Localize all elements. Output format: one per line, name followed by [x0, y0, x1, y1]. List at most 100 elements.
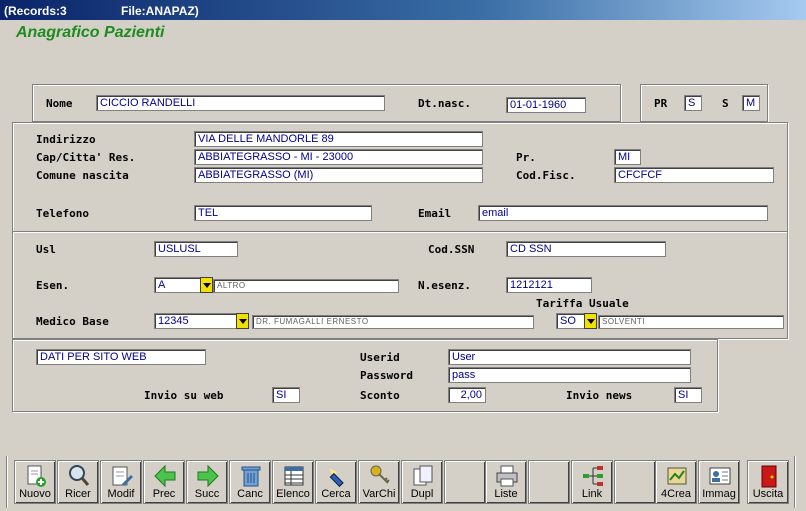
exit-door-icon — [757, 464, 781, 488]
indirizzo-field[interactable]: VIA DELLE MANDORLE 89 — [194, 131, 483, 147]
toolbar-button-link[interactable]: Link — [571, 460, 613, 504]
toolbar-button-label: Link — [581, 488, 603, 500]
comune-field[interactable]: ABBIATEGRASSO (MI) — [194, 167, 483, 183]
codfisc-label: Cod.Fisc. — [516, 169, 576, 182]
codfisc-field[interactable]: CFCFCF — [614, 167, 774, 183]
medico-label: Medico Base — [36, 315, 109, 328]
page-title: Anagrafico Pazienti — [16, 24, 165, 41]
invio-news-field[interactable]: SI — [674, 387, 702, 403]
esen-label: Esen. — [36, 279, 70, 292]
dtnasc-label: Dt.nasc. — [418, 97, 471, 110]
toolbar-button-prec[interactable]: Prec — [143, 460, 185, 504]
nesenz-field[interactable]: 1212121 — [506, 277, 592, 293]
toolbar-button-label: Liste — [494, 488, 518, 500]
codssn-label: Cod.SSN — [428, 243, 475, 256]
arrow-right-icon — [196, 464, 220, 488]
tariffa-label: Tariffa Usuale — [536, 297, 629, 310]
userid-field[interactable]: User — [448, 349, 691, 365]
s-label: S — [722, 97, 729, 110]
toolbar-button-elenco[interactable]: Elenco — [272, 460, 314, 504]
toolbar-button-label: Elenco — [276, 488, 310, 500]
esen-dropdown-icon[interactable] — [200, 277, 213, 293]
create-icon — [665, 464, 689, 488]
id-card-icon — [708, 464, 732, 488]
toolbar-button-liste[interactable]: Liste — [485, 460, 527, 504]
toolbar-button-empty[interactable] — [444, 460, 486, 504]
invio-web-field[interactable]: SI — [272, 387, 300, 403]
toolbar-button-4crea[interactable]: 4Crea — [655, 460, 697, 504]
arrow-left-icon — [153, 464, 177, 488]
toolbar-button-ricer[interactable]: Ricer — [57, 460, 99, 504]
usl-label: Usl — [36, 243, 56, 256]
pr-label: PR — [654, 97, 668, 110]
telefono-field[interactable]: TEL — [194, 205, 372, 221]
toolbar-separator — [6, 456, 8, 508]
esen-description: ALTRO — [213, 279, 399, 293]
flashlight-icon — [325, 464, 349, 488]
cap-label: Cap/Citta' Res. — [36, 151, 136, 164]
toolbar-button-nuovo[interactable]: Nuovo — [14, 460, 56, 504]
userid-label: Userid — [360, 351, 400, 364]
toolbar-button-cerca[interactable]: Cerca — [315, 460, 357, 504]
toolbar-button-modif[interactable]: Modif — [100, 460, 142, 504]
prov-field[interactable]: MI — [614, 149, 641, 165]
medico-field[interactable]: 12345 — [154, 313, 238, 329]
toolbar-button-uscita[interactable]: Uscita — [747, 460, 789, 504]
dati-sito-web-field[interactable]: DATI PER SITO WEB — [36, 349, 206, 365]
sconto-field[interactable]: 2,00 — [448, 387, 486, 403]
toolbar-button-label: Ricer — [65, 488, 91, 500]
toolbar-button-label: Immag — [702, 488, 736, 500]
nome-field[interactable]: CICCIO RANDELLI — [96, 95, 385, 111]
toolbar-button-label: Canc — [237, 488, 263, 500]
tariffa-description: SOLVENTI — [598, 315, 784, 329]
toolbar-button-label: Prec — [152, 488, 176, 500]
new-document-icon — [24, 464, 48, 488]
edit-document-icon — [110, 464, 134, 488]
toolbar-button-label: Uscita — [752, 488, 784, 500]
toolbar-button-immag[interactable]: Immag — [698, 460, 740, 504]
toolbar-button-label: Modif — [107, 488, 135, 500]
file-name: File:ANAPAZ) — [121, 4, 199, 18]
table-icon — [282, 464, 306, 488]
comune-label: Comune nascita — [36, 169, 129, 182]
dtnasc-field[interactable]: 01-01-1960 — [506, 97, 586, 113]
email-field[interactable]: email — [478, 205, 768, 221]
toolbar-button-label: Cerca — [321, 488, 351, 500]
toolbar-button-label: VarChi — [362, 488, 396, 500]
cap-field[interactable]: ABBIATEGRASSO - MI - 23000 — [194, 149, 483, 165]
nome-label: Nome — [46, 97, 73, 110]
invio-web-label: Invio su web — [144, 389, 224, 402]
s-field[interactable]: M — [742, 95, 760, 111]
printer-icon — [495, 464, 519, 488]
codssn-field[interactable]: CD SSN — [506, 241, 666, 257]
duplicate-icon — [411, 464, 435, 488]
indirizzo-label: Indirizzo — [36, 133, 96, 146]
usl-field[interactable]: USLUSL — [154, 241, 238, 257]
email-label: Email — [418, 207, 452, 220]
toolbar-button-dupl[interactable]: Dupl — [401, 460, 443, 504]
pr-field[interactable]: S — [684, 95, 702, 111]
toolbar-button-empty[interactable] — [614, 460, 656, 504]
toolbar-button-label: Succ — [194, 488, 220, 500]
tariffa-dropdown-icon[interactable] — [584, 313, 597, 329]
nesenz-label: N.esenz. — [418, 279, 471, 292]
toolbar-button-empty[interactable] — [528, 460, 570, 504]
magnifier-icon — [67, 464, 91, 488]
toolbar-separator — [794, 456, 796, 508]
toolbar-button-canc[interactable]: Canc — [229, 460, 271, 504]
toolbar-button-label: 4Crea — [661, 488, 691, 500]
password-field[interactable]: pass — [448, 367, 691, 383]
medico-description: DR. FUMAGALLI ERNESTO — [252, 315, 534, 329]
invio-news-label: Invio news — [566, 389, 633, 402]
title-bar: (Records:3 File:ANAPAZ) — [0, 0, 806, 20]
toolbar-button-varchi[interactable]: VarChi — [358, 460, 400, 504]
keys-icon — [368, 464, 392, 488]
trash-icon — [239, 464, 263, 488]
tariffa-field[interactable]: SO — [556, 313, 586, 329]
sconto-label: Sconto — [360, 389, 400, 402]
prov-label: Pr. — [516, 151, 536, 164]
toolbar-button-label: Nuovo — [19, 488, 51, 500]
esen-field[interactable]: A — [154, 277, 202, 293]
toolbar-button-succ[interactable]: Succ — [186, 460, 228, 504]
medico-dropdown-icon[interactable] — [236, 313, 249, 329]
